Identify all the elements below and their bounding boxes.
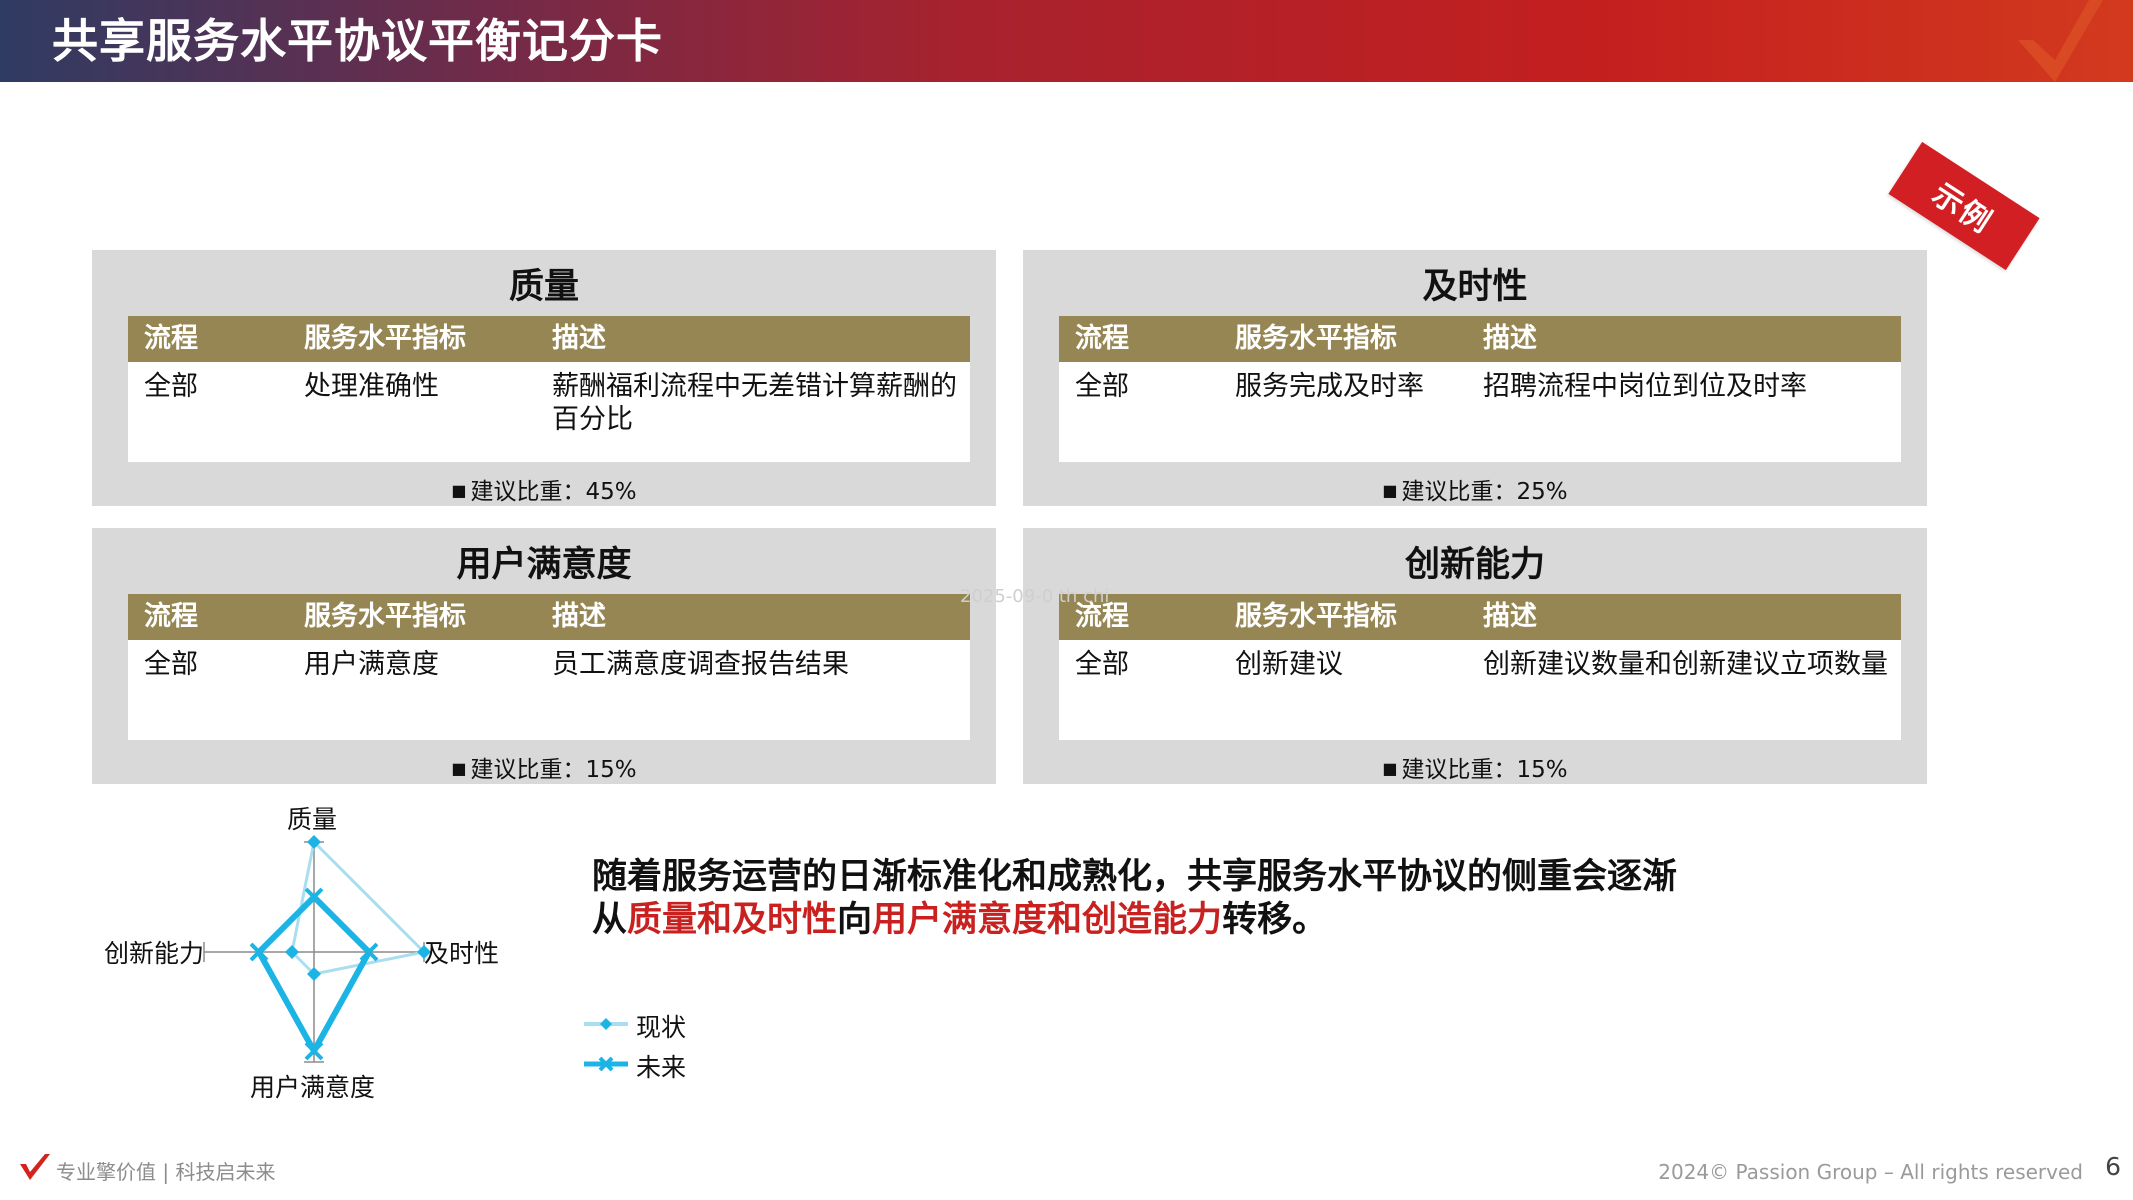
key-statement: 随着服务运营的日渐标准化和成熟化，共享服务水平协议的侧重会逐渐 从质量和及时性向…	[592, 856, 1792, 942]
legend-label: 未来	[636, 1053, 687, 1082]
cell-description: 员工满意度调查报告结果	[552, 649, 849, 680]
sla-table: 流程 服务水平指标 描述 全部 服务完成及时率 招聘流程中岗位到位及时率	[1059, 316, 1901, 462]
statement-highlight: 用户满意度和创造能力	[872, 900, 1223, 940]
diamond-marker-icon	[584, 1018, 628, 1030]
header-bar: 共享服务水平协议平衡记分卡	[0, 0, 2133, 82]
bullet-icon: ■	[1382, 759, 1398, 778]
statement-line-1: 随着服务运营的日渐标准化和成熟化，共享服务水平协议的侧重会逐渐	[592, 857, 1678, 897]
footer-copyright: 2024© Passion Group – All rights reserve…	[1658, 1160, 2083, 1184]
cell-indicator: 用户满意度	[304, 649, 439, 680]
column-indicator: 服务水平指标	[304, 601, 466, 632]
example-stamp-label: 示例	[1925, 176, 1999, 242]
sla-table: 流程 服务水平指标 描述 全部 用户满意度 员工满意度调查报告结果	[128, 594, 970, 740]
column-process: 流程	[144, 323, 198, 354]
radar-diagram: 质量 及时性 用户满意度 创新能力	[90, 790, 530, 1110]
card-title: 及时性	[1422, 267, 1528, 307]
cell-description: 招聘流程中岗位到位及时率	[1483, 371, 1807, 402]
table-header: 流程 服务水平指标 描述	[1059, 316, 1901, 362]
footer-slogan: 专业擎价值 | 科技启未来	[56, 1160, 276, 1184]
page-number: 6	[2105, 1152, 2121, 1181]
table-header: 流程 服务水平指标 描述	[128, 594, 970, 640]
cell-process: 全部	[144, 371, 198, 402]
cell-indicator: 服务完成及时率	[1235, 371, 1424, 402]
radar-axis-right: 及时性	[424, 939, 500, 968]
card-satisfaction: 用户满意度 流程 服务水平指标 描述 全部 用户满意度 员工满意度调查报告结果 …	[92, 528, 996, 784]
column-indicator: 服务水平指标	[304, 323, 466, 354]
weight-text: 建议比重：15%	[1401, 757, 1568, 783]
card-title: 质量	[508, 267, 579, 307]
table-header: 流程 服务水平指标 描述	[128, 316, 970, 362]
cell-process: 全部	[1075, 649, 1129, 680]
card-title: 用户满意度	[456, 545, 632, 585]
weight-note: ■ 建议比重：15%	[1023, 750, 1927, 784]
column-indicator: 服务水平指标	[1235, 323, 1397, 354]
column-description: 描述	[552, 601, 606, 632]
table-header: 流程 服务水平指标 描述	[1059, 594, 1901, 640]
weight-note: ■ 建议比重：15%	[92, 750, 996, 784]
weight-text: 建议比重：25%	[1401, 479, 1568, 505]
column-process: 流程	[1075, 323, 1129, 354]
bullet-icon: ■	[1382, 481, 1398, 500]
column-description: 描述	[1483, 323, 1537, 354]
bullet-icon: ■	[451, 481, 467, 500]
weight-note: ■ 建议比重：25%	[1023, 472, 1927, 506]
x-marker-icon	[584, 1056, 628, 1072]
card-quality: 质量 流程 服务水平指标 描述 全部 处理准确性 薪酬福利流程中无差错计算薪酬的…	[92, 250, 996, 506]
weight-text: 建议比重：15%	[470, 757, 637, 783]
statement-text: 转移。	[1222, 900, 1328, 940]
statement-line-2: 从质量和及时性向用户满意度和创造能力转移。	[592, 899, 1792, 942]
column-process: 流程	[144, 601, 198, 632]
statement-highlight: 质量和及时性	[627, 900, 838, 940]
watermark: 2025-09-0 th chi	[960, 586, 1110, 607]
column-description: 描述	[1483, 601, 1537, 632]
column-description: 描述	[552, 323, 606, 354]
radar-axis-bottom: 用户满意度	[250, 1073, 376, 1102]
radar-axis-top: 质量	[287, 805, 338, 834]
brand-check-icon	[20, 1154, 50, 1180]
legend-label: 现状	[636, 1013, 687, 1042]
brand-check-logo	[2018, 0, 2103, 82]
weight-note: ■ 建议比重：45%	[92, 472, 996, 506]
radar-series-line	[290, 840, 426, 976]
card-timeliness: 及时性 流程 服务水平指标 描述 全部 服务完成及时率 招聘流程中岗位到位及时率…	[1023, 250, 1927, 506]
page-title: 共享服务水平协议平衡记分卡	[52, 14, 663, 68]
card-innovation: 创新能力 流程 服务水平指标 描述 全部 创新建议 创新建议数量和创新建议立项数…	[1023, 528, 1927, 784]
statement-text: 向	[837, 900, 873, 940]
statement-text: 从	[592, 900, 628, 940]
cell-description: 创新建议数量和创新建议立项数量	[1483, 649, 1888, 680]
bullet-icon: ■	[451, 759, 467, 778]
cell-indicator: 创新建议	[1235, 649, 1343, 680]
sla-table: 流程 服务水平指标 描述 全部 创新建议 创新建议数量和创新建议立项数量	[1059, 594, 1901, 740]
cell-indicator: 处理准确性	[304, 371, 439, 402]
cell-process: 全部	[1075, 371, 1129, 402]
weight-text: 建议比重：45%	[470, 479, 637, 505]
card-title: 创新能力	[1404, 545, 1545, 585]
sla-table: 流程 服务水平指标 描述 全部 处理准确性 薪酬福利流程中无差错计算薪酬的百分比	[128, 316, 970, 462]
cell-description: 薪酬福利流程中无差错计算薪酬的百分比	[552, 371, 957, 435]
radar-axis-left: 创新能力	[104, 939, 205, 968]
column-indicator: 服务水平指标	[1235, 601, 1397, 632]
cell-process: 全部	[144, 649, 198, 680]
